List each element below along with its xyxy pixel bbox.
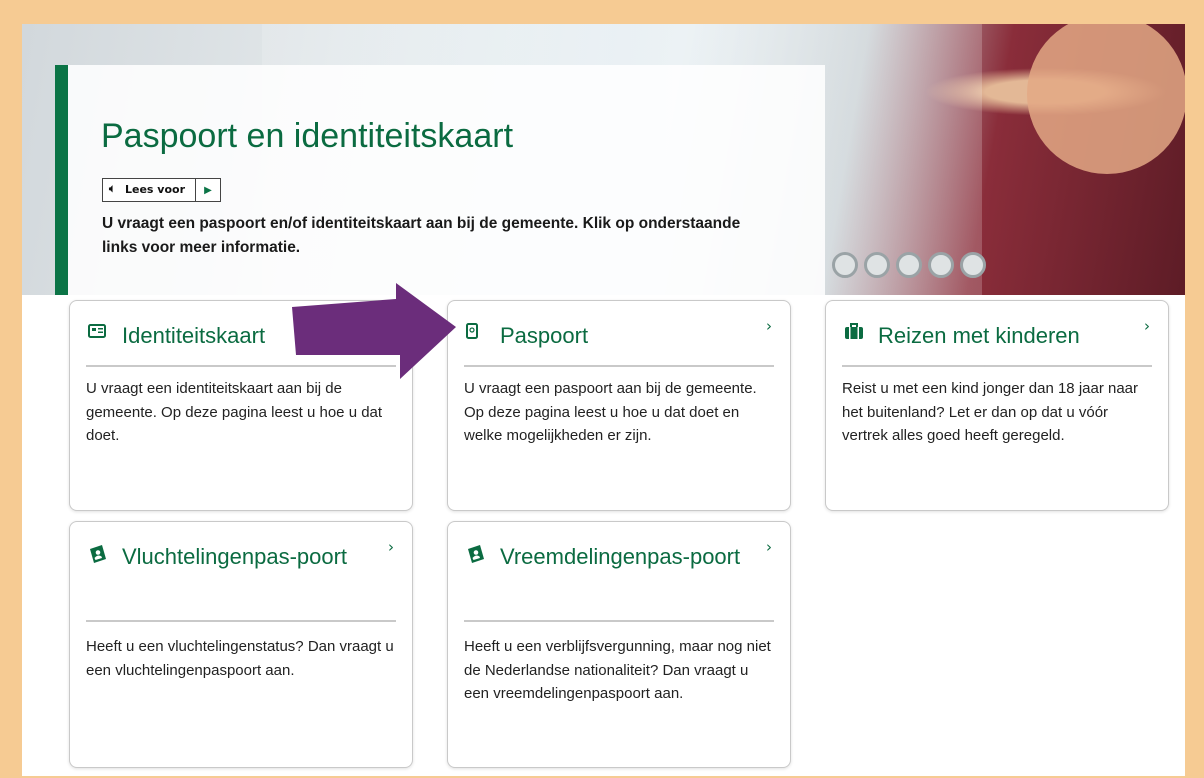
tile-title[interactable]: Vluchtelingenpas-poort xyxy=(122,540,372,573)
thumb-photo xyxy=(1027,24,1185,174)
refugee-passport-icon xyxy=(88,544,108,568)
readspeaker-bar[interactable]: 🔈︎ Lees voor ▶ xyxy=(102,178,222,202)
tile-description: Heeft u een verblijfsvergunning, maar no… xyxy=(464,638,771,702)
tile-paspoort[interactable]: Paspoort › U vraagt een paspoort aan bij… xyxy=(447,300,791,511)
card-chip-dots xyxy=(832,252,992,282)
chevron-right-icon: › xyxy=(766,538,772,556)
tile-description: U vraagt een paspoort aan bij de gemeent… xyxy=(464,380,757,444)
intro-text: U vraagt een paspoort en/of identiteitsk… xyxy=(102,215,741,256)
tile-vreemdelingenpaspoort[interactable]: Vreemdelingenpas-poort › Heeft u een ver… xyxy=(447,521,791,768)
tile-reizen-met-kinderen[interactable]: Reizen met kinderen › Reist u met een ki… xyxy=(825,300,1169,511)
divider xyxy=(464,620,774,622)
tile-description: U vraagt een identiteitskaart aan bij de… xyxy=(86,380,383,444)
play-icon[interactable]: ▶ xyxy=(196,179,220,201)
chevron-right-icon: › xyxy=(388,538,394,556)
chevron-right-icon: › xyxy=(766,317,772,335)
read-aloud-button[interactable]: 🔈︎ Lees voor xyxy=(103,179,197,201)
tile-title[interactable]: Paspoort xyxy=(500,319,750,352)
passport-icon xyxy=(466,323,478,343)
alien-passport-icon xyxy=(466,544,486,568)
tile-description: Heeft u een vluchtelingenstatus? Dan vra… xyxy=(86,638,394,679)
intro-panel: Paspoort en identiteitskaart 🔈︎ Lees voo… xyxy=(55,65,825,295)
chevron-right-icon: › xyxy=(1144,317,1150,335)
page-frame: Paspoort en identiteitskaart 🔈︎ Lees voo… xyxy=(22,24,1185,776)
read-aloud-label: Lees voor xyxy=(125,183,186,196)
annotation-arrow-icon xyxy=(292,283,456,379)
tile-title[interactable]: Reizen met kinderen xyxy=(878,319,1128,352)
speaker-icon: 🔈︎ xyxy=(109,182,116,195)
divider xyxy=(842,365,1152,367)
tile-vluchtelingenpaspoort[interactable]: Vluchtelingenpas-poort › Heeft u een vlu… xyxy=(69,521,413,768)
tile-description: Reist u met een kind jonger dan 18 jaar … xyxy=(842,380,1139,444)
divider xyxy=(86,620,396,622)
page-title: Paspoort en identiteitskaart xyxy=(101,117,514,155)
suitcase-icon xyxy=(844,323,864,344)
tile-title[interactable]: Vreemdelingenpas-poort xyxy=(500,540,750,573)
id-card-icon xyxy=(88,323,106,342)
divider xyxy=(464,365,774,367)
